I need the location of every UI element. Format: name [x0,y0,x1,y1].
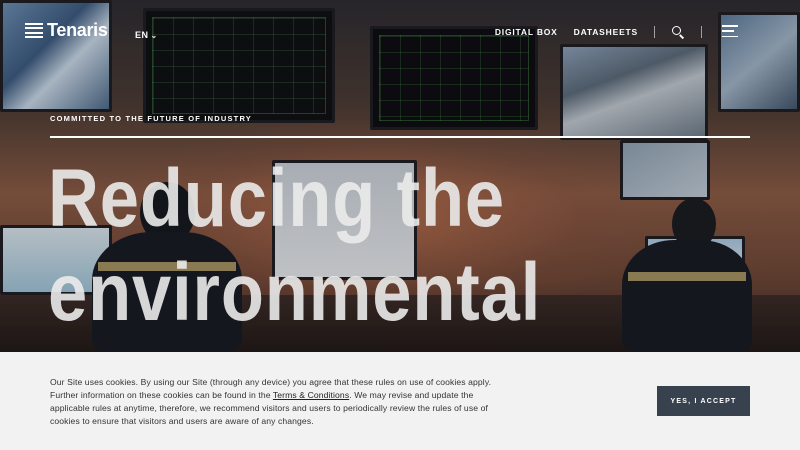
logo-mark-icon [25,22,43,39]
language-label: EN [135,30,149,40]
hero-headline: Reducing the environmental [48,152,667,340]
headline-line-2: environmental [48,247,542,338]
cookie-message: Our Site uses cookies. By using our Site… [50,376,510,428]
logo-text: Tenaris [47,20,108,40]
nav-divider [654,26,655,38]
nav-divider [701,26,702,38]
headline-line-1: Reducing the [48,153,505,244]
tenaris-logo[interactable]: Tenaris [25,20,108,41]
menu-icon[interactable] [722,25,738,37]
site-header: Tenaris EN ⌄ DIGITAL BOX DATASHEETS [0,0,800,64]
hero-divider [50,136,750,138]
nav-datasheets[interactable]: DATASHEETS [574,27,638,37]
search-icon[interactable] [671,25,685,39]
terms-conditions-link[interactable]: Terms & Conditions [273,390,349,400]
accept-cookies-button[interactable]: YES, I ACCEPT [657,386,750,416]
cookie-banner: Our Site uses cookies. By using our Site… [0,352,800,450]
chevron-down-icon: ⌄ [150,30,158,40]
top-nav: DIGITAL BOX DATASHEETS [479,24,702,40]
hero-eyebrow: COMMITTED TO THE FUTURE OF INDUSTRY [50,114,252,123]
nav-digital-box[interactable]: DIGITAL BOX [495,27,558,37]
language-selector[interactable]: EN ⌄ [135,30,158,40]
